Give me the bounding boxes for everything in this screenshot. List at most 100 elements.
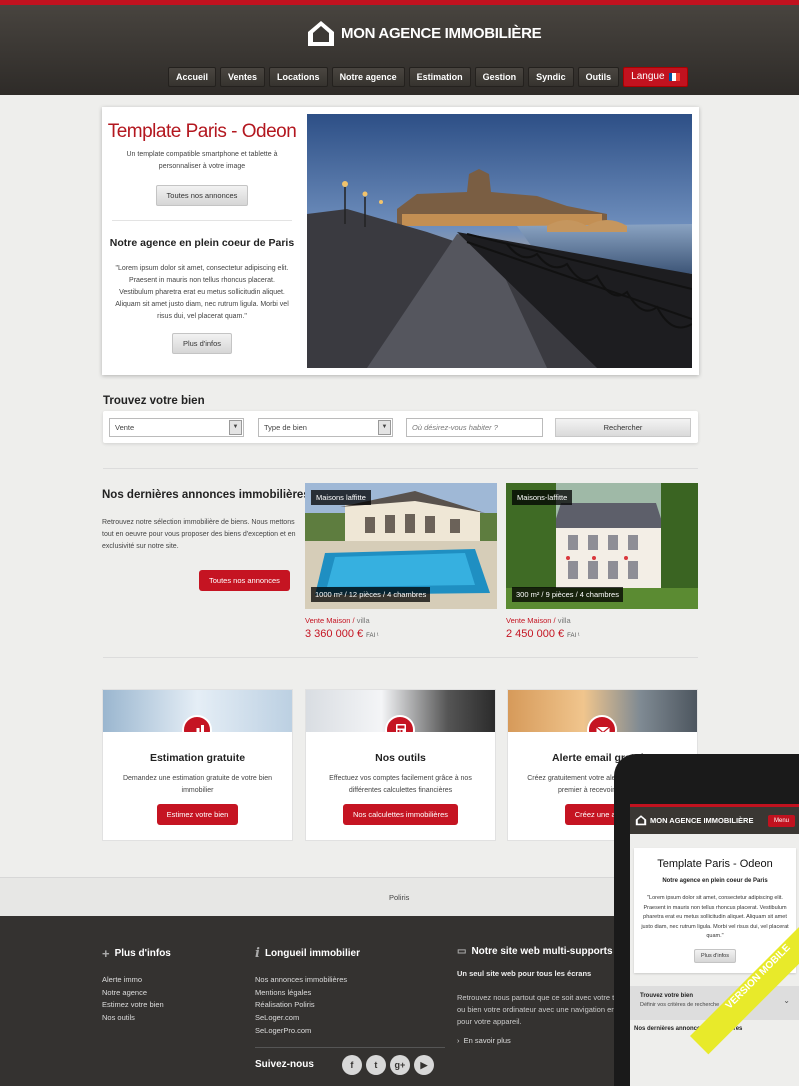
more-info-button[interactable]: Plus d'infos [171,333,233,354]
footer-link[interactable]: Alerte immo [102,974,171,987]
poliris-text[interactable]: Poliris [389,893,409,902]
listing-location-tag: Maisons laffitte [311,490,371,505]
footer-link[interactable]: Mentions légales [255,987,445,1000]
property-type-select[interactable]: Type de bien ▼ [258,418,393,437]
french-flag-icon [668,73,680,81]
feature-title: Estimation gratuite [149,752,246,764]
all-listings-red-button[interactable]: Toutes nos annonces [199,570,290,591]
listing-type: Vente Maison / villa [305,616,370,625]
dropdown-arrow-icon: ▼ [229,420,242,435]
house-icon [635,815,647,826]
twitter-icon[interactable]: t [365,1054,386,1075]
social-links: f t g+ ▶ [341,1054,434,1075]
footer-link[interactable]: Estimez votre bien [102,999,171,1012]
chevron-down-icon: ⌄ [783,995,790,1005]
dropdown-arrow-icon: ▼ [378,420,391,435]
plus-icon: + [102,946,110,961]
main-nav: Accueil Ventes Locations Notre agence Es… [168,67,688,87]
youtube-icon[interactable]: ▶ [413,1054,434,1075]
search-button[interactable]: Rechercher [555,418,691,437]
estimate-button[interactable]: Estimez votre bien [156,804,239,825]
mail-icon [587,715,617,732]
listing-fai: FAI ¹ [567,633,580,639]
site-logo[interactable]: MON AGENCE IMMOBILIÈRE [306,18,542,48]
listing-type-label: Vente Maison [506,616,552,625]
footer-links: Nos annonces immobilières Mentions légal… [255,974,445,1038]
feature-banner [306,690,495,732]
divider [103,468,698,469]
latest-listings-text: Retrouvez notre sélection immobilière de… [102,519,296,550]
google-plus-icon[interactable]: g+ [389,1054,410,1075]
nav-accueil[interactable]: Accueil [168,67,217,87]
nav-locations[interactable]: Locations [269,67,328,87]
nav-syndic[interactable]: Syndic [528,67,574,87]
property-type-placeholder: Type de bien [264,423,307,432]
listing-location-tag: Maisons-laffitte [512,490,573,505]
listing-spec: 1000 m² / 12 pièces / 4 chambres [311,587,431,602]
transaction-value: Vente [115,423,135,432]
feature-text: Demandez une estimation gratuite de votr… [122,775,273,794]
mobile-more-button[interactable]: Plus d'infos [694,948,736,963]
hero-section: Template Paris - Odeon Un template compa… [102,107,699,375]
hero-intro: Template Paris - Odeon Un template compa… [102,107,302,375]
site-header: MON AGENCE IMMOBILIÈRE Accueil Ventes Lo… [0,5,799,95]
agency-heading: Notre agence en plein coeur de Paris [109,237,295,249]
mobile-menu-button[interactable]: Menu [767,815,795,827]
location-input[interactable]: Où désirez-vous habiter ? [406,418,543,437]
divider [112,220,292,221]
footer-column-agency: i Longueil immobilier Nos annonces immobi… [255,946,445,1075]
listing-card[interactable]: Maisons-laffitte 300 m² / 9 pièces / 4 c… [506,483,698,640]
calculators-button[interactable]: Nos calculettes immobilières [342,804,459,825]
all-listings-button[interactable]: Toutes nos annonces [155,185,249,206]
nav-estimation[interactable]: Estimation [408,67,471,87]
nav-outils[interactable]: Outils [577,67,620,87]
house-icon [308,21,334,46]
nav-notre-agence[interactable]: Notre agence [331,67,405,87]
language-label: Langue [631,71,665,82]
chevron-right-icon: › [457,1036,460,1045]
listing-subtype: villa [356,616,370,625]
footer-links: Alerte immo Notre agence Estimez votre b… [102,974,171,1025]
footer-heading: i Longueil immobilier [255,946,445,961]
nav-gestion[interactable]: Gestion [474,67,525,87]
divider [103,657,698,658]
footer-link[interactable]: Nos outils [102,1012,171,1025]
listing-type-label: Vente Maison [305,616,351,625]
mobile-heading: Notre agence en plein coeur de Paris [662,878,768,884]
calculator-icon [385,715,415,732]
footer-link[interactable]: Notre agence [102,987,171,1000]
listing-spec: 300 m² / 9 pièces / 4 chambres [512,587,623,602]
listing-photo-pool-house[interactable]: Maisons laffitte 1000 m² / 12 pièces / 4… [305,483,497,609]
listing-fai: FAI ¹ [366,633,379,639]
search-title: Trouvez votre bien [103,395,205,407]
listing-photo-manor[interactable]: Maisons-laffitte 300 m² / 9 pièces / 4 c… [506,483,698,609]
footer-link[interactable]: SeLoger.com [255,1012,445,1025]
feature-text: Effectuez vos comptes facilement grâce à… [329,775,472,794]
listing-card[interactable]: Maisons laffitte 1000 m² / 12 pièces / 4… [305,483,497,640]
mobile-title: Template Paris - Odeon [657,858,773,870]
feature-estimation: Estimation gratuite Demandez une estimat… [102,689,293,841]
footer-link[interactable]: SeLogerPro.com [255,1025,445,1038]
language-selector[interactable]: Langue [623,67,688,87]
hero-subtitle: Un template compatible smartphone et tab… [126,151,278,170]
footer-column-info: + Plus d'infos Alerte immo Notre agence E… [102,946,171,1025]
brand-name: MON AGENCE IMMOBILIÈRE [341,24,542,42]
listing-subtype: villa [557,616,571,625]
nav-ventes[interactable]: Ventes [220,67,266,87]
listing-price: 2 450 000 € FAI ¹ [506,628,698,640]
feature-tools: Nos outils Effectuez vos comptes facilem… [305,689,496,841]
listing-type: Vente Maison / villa [506,616,571,625]
footer-link[interactable]: Réalisation Poliris [255,999,445,1012]
info-icon: i [255,946,260,961]
mobile-logo-text: MON AGENCE IMMOBILIÈRE [650,815,754,825]
facebook-icon[interactable]: f [341,1054,362,1075]
mobile-find-sub: Définir vos critères de recherche [640,1001,720,1008]
feature-banner [508,690,697,732]
footer-heading-label: Notre site web multi-supports [471,946,613,957]
chart-icon [182,715,212,732]
feature-banner [103,690,292,732]
footer-link[interactable]: Nos annonces immobilières [255,974,445,987]
transaction-select[interactable]: Vente ▼ [109,418,244,437]
mobile-header: MON AGENCE IMMOBILIÈRE Menu [630,804,799,834]
listing-price-value: 3 360 000 € [305,628,364,640]
